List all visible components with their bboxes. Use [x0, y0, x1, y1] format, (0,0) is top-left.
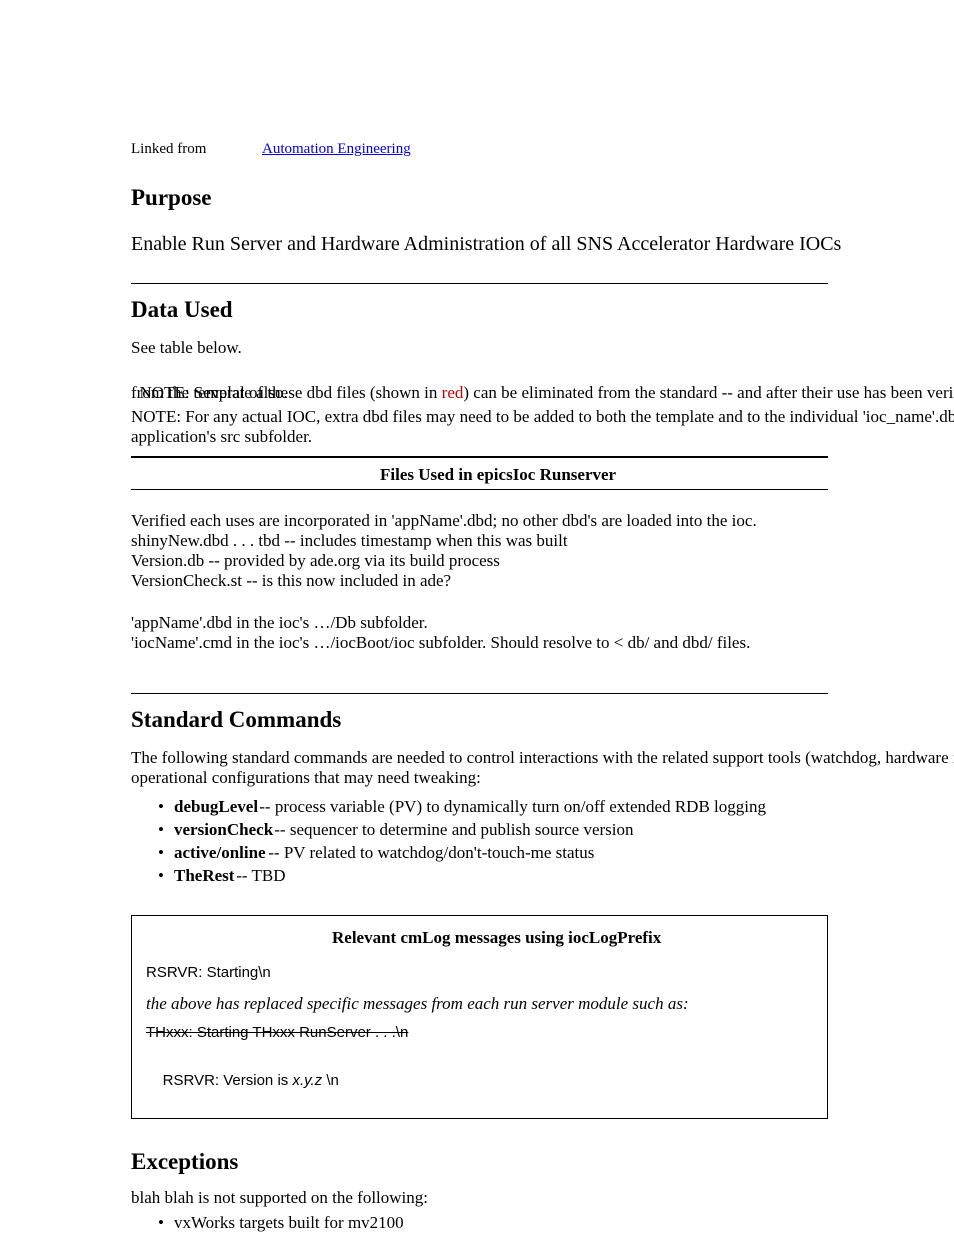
table-top-border [131, 456, 828, 458]
page-subtitle: Enable Run Server and Hardware Administr… [131, 232, 841, 256]
list-desc: -- TBD [232, 866, 286, 886]
section-heading-standard-commands: Standard Commands [131, 706, 341, 734]
text-note-2a: NOTE: For any actual IOC, extra dbd file… [131, 407, 954, 427]
list-term: versionCheck [174, 820, 273, 840]
section-heading-exceptions: Exceptions [131, 1148, 238, 1176]
text-line: blah blah is not supported on the follow… [131, 1188, 428, 1208]
list-desc: -- sequencer to determine and publish so… [270, 820, 634, 840]
text-note-2b: application's src subfolder. [131, 427, 312, 447]
text-line: 'appName'.dbd in the ioc's …/Db subfolde… [131, 613, 428, 633]
text-line: Verified each uses are incorporated in '… [131, 511, 757, 531]
list-term: active/online [174, 843, 266, 863]
text-line: 'iocName'.cmd in the ioc's …/iocBoot/ioc… [131, 633, 750, 653]
bullet: • [158, 843, 164, 863]
bullet: • [158, 797, 164, 817]
list-term: TheRest [174, 866, 234, 886]
text-line: The following standard commands are need… [131, 748, 954, 768]
code-line: RSRVR: Version is x.y.z \n [146, 1054, 339, 1108]
red-text: red [442, 383, 464, 402]
code-line: RSRVR: Starting\n [146, 964, 271, 982]
divider [131, 693, 828, 694]
code-comment: the above has replaced specific messages… [146, 994, 689, 1014]
section-heading-data-used: Data Used [131, 296, 233, 324]
code-line-struck: THxxx: Starting THxxx RunServer . . .\n [146, 1024, 408, 1042]
text-line: operational configurations that may need… [131, 768, 481, 788]
text-line: VersionCheck.st -- is this now included … [131, 571, 451, 591]
list-term: debugLevel [174, 797, 258, 817]
divider [131, 283, 828, 284]
automation-engineering-link[interactable]: Automation Engineering [262, 140, 411, 158]
list-desc: -- process variable (PV) to dynamically … [255, 797, 766, 817]
page-title: Purpose [131, 184, 212, 212]
table-header: Files Used in epicsIoc Runserver [380, 465, 616, 485]
code-box: Relevant cmLog messages using iocLogPref… [131, 915, 828, 1119]
bullet: • [158, 820, 164, 840]
text-line: shinyNew.dbd . . . tbd -- includes times… [131, 531, 568, 551]
list-item: vxWorks targets built for mv2100 [174, 1213, 404, 1233]
list-desc: -- PV related to watchdog/don't-touch-me… [264, 843, 594, 863]
bullet: • [158, 866, 164, 886]
bullet: • [158, 1213, 164, 1233]
linked-from-label: Linked from [131, 140, 210, 158]
codebox-header: Relevant cmLog messages using iocLogPref… [332, 928, 661, 948]
text-line: See table below. [131, 338, 242, 358]
text-line: Version.db -- provided by ade.org via it… [131, 551, 500, 571]
text-note-1b: from the template also. [131, 383, 288, 403]
table-bottom-border [131, 489, 828, 490]
